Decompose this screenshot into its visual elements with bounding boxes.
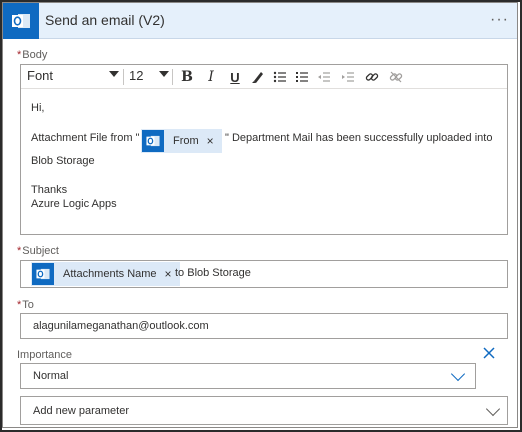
required-marker: * [17, 299, 22, 311]
to-label: *To [17, 299, 34, 311]
numbered-list-icon[interactable] [293, 68, 311, 86]
underline-icon[interactable]: U [226, 68, 244, 86]
to-input[interactable]: alagunilameganathan@outlook.com [20, 313, 508, 339]
importance-label: Importance [17, 349, 73, 361]
close-icon[interactable]: × [207, 134, 214, 148]
body-label: *Body [17, 49, 48, 61]
dynamic-token-from[interactable]: From × [141, 129, 222, 153]
add-parameter-placeholder: Add new parameter [33, 405, 129, 417]
body-thanks: Thanks [31, 184, 68, 196]
font-size-dropdown[interactable]: 12 [129, 68, 169, 86]
outlook-icon [32, 263, 54, 285]
font-family-dropdown[interactable]: Font [27, 68, 119, 86]
body-text-suffix: " Department Mail has been successfully … [225, 132, 493, 144]
subject-suffix-text: to Blob Storage [175, 267, 251, 279]
subject-input[interactable]: Attachments Name × to Blob Storage [20, 260, 508, 288]
toolbar-divider [123, 69, 124, 85]
increase-indent-icon[interactable] [339, 68, 357, 86]
toolbar-divider [172, 69, 173, 85]
body-text-prefix: Attachment File from " [31, 132, 140, 144]
link-icon[interactable] [363, 68, 381, 86]
body-greeting: Hi, [31, 102, 45, 114]
importance-dropdown[interactable]: Normal [20, 363, 476, 389]
decrease-indent-icon[interactable] [315, 68, 333, 86]
highlight-pen-icon[interactable] [249, 68, 267, 86]
token-label: From [173, 135, 199, 147]
body-signature: Azure Logic Apps [31, 198, 117, 210]
italic-icon[interactable]: I [202, 68, 220, 86]
close-icon[interactable]: × [165, 267, 172, 281]
bulleted-list-icon[interactable] [271, 68, 289, 86]
token-label: Attachments Name [63, 268, 157, 280]
dynamic-token-attachments-name[interactable]: Attachments Name × [31, 262, 180, 286]
importance-value: Normal [33, 370, 69, 382]
required-marker: * [17, 49, 22, 61]
caret-down-icon [109, 71, 119, 77]
chevron-down-icon [450, 366, 466, 382]
more-options-icon[interactable]: ··· [490, 11, 509, 29]
add-new-parameter-dropdown[interactable]: Add new parameter [20, 396, 508, 425]
remove-parameter-icon[interactable] [483, 346, 495, 364]
outlook-icon [142, 130, 164, 152]
card-title: Send an email (V2) [45, 12, 165, 28]
outlook-icon [3, 3, 39, 39]
required-marker: * [17, 245, 22, 257]
to-value: alagunilameganathan@outlook.com [33, 320, 209, 332]
body-editor[interactable]: Font 12 B I U Hi, Attachment File from "… [20, 64, 508, 235]
subject-label: *Subject [17, 245, 59, 257]
caret-down-icon [159, 71, 169, 77]
body-text-line2: Blob Storage [31, 155, 95, 167]
action-card: Send an email (V2) ··· *Body Font 12 B I… [2, 2, 518, 428]
chevron-down-icon [485, 401, 501, 417]
unlink-icon[interactable] [387, 68, 405, 86]
bold-icon[interactable]: B [178, 68, 196, 86]
card-header[interactable]: Send an email (V2) ··· [3, 3, 517, 39]
editor-toolbar: Font 12 B I U [21, 65, 507, 89]
